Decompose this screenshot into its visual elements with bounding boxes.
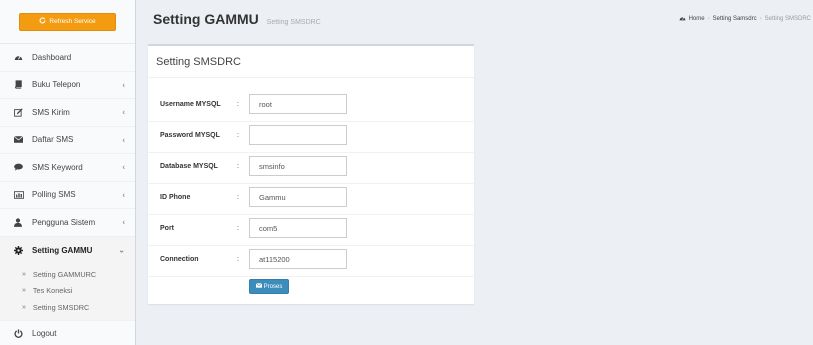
sidebar-item-daftar-sms[interactable]: Daftar SMS ‹	[0, 127, 135, 154]
breadcrumb-current: Setting SMSDRC	[764, 16, 811, 22]
submenu-item-tes-koneksi[interactable]: » Tes Koneksi	[0, 283, 135, 300]
submenu-item-label: Setting GAMMURC	[32, 269, 97, 279]
sidebar-item-dashboard[interactable]: Dashboard	[0, 44, 135, 72]
page-title: Setting GAMMU Setting SMSDRC	[153, 11, 321, 27]
sidebar-item-label: Polling SMS	[32, 190, 76, 200]
breadcrumb: Home › Setting Samsdrc › Setting SMSDRC	[679, 15, 811, 23]
sidebar-item-label: Pengguna Sistem	[32, 217, 96, 227]
sidebar-item-label: Logout	[32, 328, 57, 338]
username-input[interactable]: root	[249, 94, 347, 114]
username-label: Username MYSQL	[160, 101, 221, 108]
field-colon: :	[237, 132, 239, 139]
form-row-database: Database MYSQL : smsinfo	[148, 154, 474, 184]
field-colon: :	[237, 101, 239, 108]
sidebar: Refresh Service Dashboard Buku Telepon ‹…	[0, 0, 136, 345]
database-input[interactable]: smsinfo	[249, 156, 347, 176]
proses-button[interactable]: Proses	[249, 279, 289, 294]
submenu-item-label: Tes Koneksi	[32, 286, 73, 296]
connection-input[interactable]: at115200	[249, 249, 347, 269]
double-angle-right-icon: »	[22, 303, 26, 311]
edit-icon	[14, 108, 26, 117]
sidebar-submenu: » Setting GAMMURC » Tes Koneksi » Settin…	[0, 264, 135, 320]
book-icon	[14, 80, 26, 89]
field-colon: :	[237, 256, 239, 263]
content-header: Setting GAMMU Setting SMSDRC Home › Sett…	[136, 0, 813, 40]
sidebar-item-label: SMS Keyword	[32, 162, 83, 172]
submenu-item-label: Setting SMSDRC	[32, 302, 90, 312]
double-angle-right-icon: »	[22, 270, 26, 278]
chevron-left-icon: ‹	[122, 162, 125, 172]
settings-box: Setting SMSDRC Username MYSQL : root Pas…	[148, 44, 474, 304]
form-row-password: Password MYSQL :	[148, 123, 474, 153]
form-row-port: Port : com5	[148, 216, 474, 246]
chevron-left-icon: ‹	[122, 80, 125, 90]
submenu-item-setting-gammurc[interactable]: » Setting GAMMURC	[0, 266, 135, 283]
sidebar-item-label: SMS Kirim	[32, 107, 70, 117]
page-title-text: Setting GAMMU	[153, 11, 259, 27]
chevron-left-icon: ‹	[122, 217, 125, 227]
dashboard-icon	[14, 53, 26, 61]
field-colon: :	[237, 225, 239, 232]
user-icon	[14, 218, 26, 227]
double-angle-right-icon: »	[22, 287, 26, 295]
refresh-area: Refresh Service	[0, 0, 135, 44]
gear-icon	[14, 245, 26, 255]
id-phone-input[interactable]: Gammu	[249, 187, 347, 207]
sidebar-item-pengguna-sistem[interactable]: Pengguna Sistem ‹	[0, 209, 135, 237]
page-subtitle: Setting SMSDRC	[266, 19, 321, 26]
sidebar-item-label: Buku Telepon	[32, 80, 81, 90]
proses-label: Proses	[263, 283, 283, 290]
envelope-icon	[14, 136, 26, 144]
submenu-item-setting-smsdrc[interactable]: » Setting SMSDRC	[0, 299, 135, 316]
chevron-down-icon: ⌄	[118, 245, 125, 255]
home-icon	[679, 15, 686, 23]
field-colon: :	[237, 194, 239, 201]
port-input[interactable]: com5	[249, 218, 347, 238]
breadcrumb-setting-samsdrc-link[interactable]: Setting Samsdrc	[713, 16, 757, 22]
breadcrumb-separator: ›	[707, 16, 710, 22]
form-row-connection: Connection : at115200	[148, 247, 474, 277]
sidebar-item-label: Setting GAMMU	[32, 245, 93, 255]
password-label: Password MYSQL	[160, 132, 220, 139]
form-row-username: Username MYSQL : root	[148, 92, 474, 122]
database-label: Database MYSQL	[160, 163, 218, 170]
port-label: Port	[160, 225, 174, 232]
envelope-icon	[255, 283, 262, 290]
chevron-left-icon: ‹	[122, 135, 125, 145]
password-input[interactable]	[249, 125, 347, 145]
sidebar-item-setting-gammu[interactable]: Setting GAMMU ⌄	[0, 236, 135, 264]
sidebar-item-buku-telepon[interactable]: Buku Telepon ‹	[0, 72, 135, 99]
sidebar-item-label: Daftar SMS	[32, 135, 74, 145]
refresh-icon	[39, 17, 46, 26]
refresh-service-label: Refresh Service	[49, 18, 96, 25]
refresh-service-button[interactable]: Refresh Service	[19, 12, 116, 31]
sidebar-item-sms-keyword[interactable]: SMS Keyword ‹	[0, 154, 135, 182]
breadcrumb-separator: ›	[759, 16, 762, 22]
chevron-left-icon: ‹	[122, 107, 125, 117]
sidebar-item-label: Dashboard	[32, 52, 72, 62]
power-icon	[14, 329, 26, 338]
sidebar-item-logout[interactable]: Logout	[0, 319, 135, 345]
comment-icon	[14, 163, 26, 171]
connection-label: Connection	[160, 256, 199, 263]
chevron-left-icon: ‹	[122, 190, 125, 200]
id-phone-label: ID Phone	[160, 194, 191, 201]
field-colon: :	[237, 163, 239, 170]
form-row-id-phone: ID Phone : Gammu	[148, 185, 474, 215]
chart-icon	[14, 191, 26, 199]
sidebar-item-polling-sms[interactable]: Polling SMS ‹	[0, 182, 135, 209]
box-title: Setting SMSDRC	[148, 46, 474, 78]
breadcrumb-home-link[interactable]: Home	[689, 16, 705, 22]
sidebar-item-sms-kirim[interactable]: SMS Kirim ‹	[0, 99, 135, 127]
